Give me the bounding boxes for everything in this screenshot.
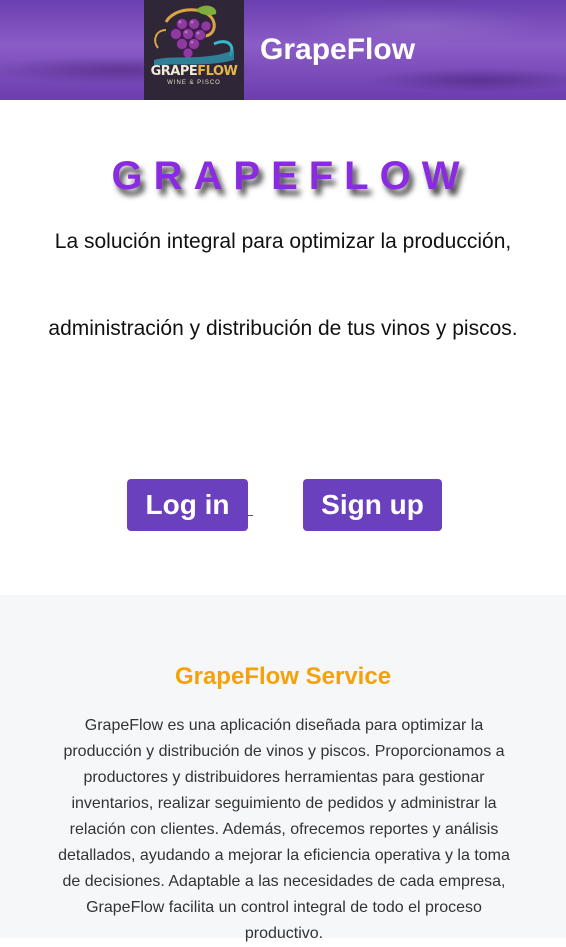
- service-title: GrapeFlow Service: [174, 663, 392, 690]
- login-button[interactable]: Log in: [127, 479, 248, 531]
- logo-wordmark-grape: GRAPE: [150, 64, 198, 79]
- tagline-line-1: La solución integral para optimizar la p…: [54, 230, 512, 253]
- link-underline-artifact: [248, 515, 253, 516]
- service-section: GrapeFlow Service GrapeFlow es una aplic…: [0, 595, 566, 942]
- logo-wordmark-flow: FLOW: [197, 64, 238, 79]
- logo-wordmark: GRAPEFLOW: [144, 64, 244, 79]
- app-title: GrapeFlow: [260, 33, 416, 66]
- app-header: GRAPEFLOW WINE & PISCO GrapeFlow: [0, 0, 566, 100]
- grapeflow-logo[interactable]: GRAPEFLOW WINE & PISCO: [144, 0, 244, 100]
- tagline-line-2: administración y distribución de tus vin…: [48, 317, 518, 340]
- logo-subtext: WINE & PISCO: [167, 80, 221, 86]
- service-description: GrapeFlow es una aplicación diseñada par…: [58, 717, 510, 942]
- signup-button[interactable]: Sign up: [303, 479, 442, 531]
- hero-title: GRAPEFLOW: [111, 154, 471, 198]
